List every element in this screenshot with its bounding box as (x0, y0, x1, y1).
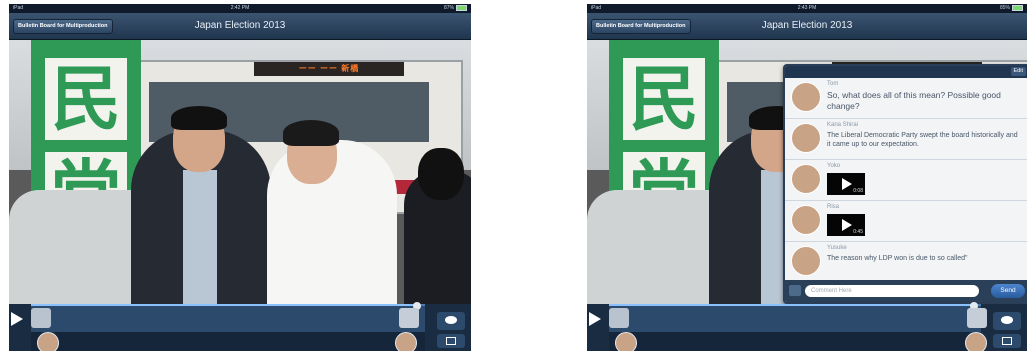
comment-list[interactable]: Tom So, what does all of this mean? Poss… (785, 78, 1027, 280)
head (418, 148, 464, 200)
avatar (791, 246, 821, 276)
list-item[interactable]: Yoko 0:08 (785, 160, 1027, 201)
comment-lane (609, 332, 981, 351)
avatar (791, 205, 821, 235)
avatar[interactable] (395, 332, 417, 351)
banner-character: 民 (45, 58, 127, 140)
avatar[interactable] (615, 332, 637, 351)
clip-thumbnail[interactable] (609, 308, 629, 328)
clock: 2:42 PM (230, 5, 250, 11)
comment-text: The Liberal Democratic Party swept the b… (827, 132, 1018, 148)
list-item[interactable]: Tom So, what does all of this mean? Poss… (785, 78, 1027, 119)
status-bar: iPad 2:43 PM 85% (587, 4, 1027, 13)
play-icon[interactable] (589, 312, 601, 326)
comment-input-bar: Comment Here Send (785, 280, 1027, 302)
comment-lane (31, 332, 425, 351)
list-item[interactable]: Risa 0:45 (785, 201, 1027, 242)
avatar (791, 82, 821, 112)
video-frame[interactable]: ーー ーー 新橋 民 党 (9, 40, 471, 305)
timeline-track[interactable] (609, 302, 981, 334)
camera-icon[interactable] (789, 285, 801, 296)
ipad-screen-comments: iPad 2:43 PM 85% Bulletin Board for Mult… (587, 4, 1027, 351)
battery-indicator: 87% (444, 4, 467, 13)
edit-button[interactable]: Edit (1010, 67, 1026, 76)
navigation-bar: Bulletin Board for Multiproduction Japan… (587, 13, 1027, 40)
clock: 2:43 PM (797, 5, 817, 11)
navigation-bar: Bulletin Board for Multiproduction Japan… (9, 13, 471, 40)
clip-thumbnail[interactable] (967, 308, 987, 328)
timeline-progress (609, 304, 974, 306)
comment-author: Yusuke (827, 245, 847, 251)
comment-text: The reason why LDP won is due to so call… (827, 255, 968, 262)
comment-author: Kana Shirai (827, 122, 859, 128)
comment-author: Risa (827, 204, 840, 210)
avatar (791, 164, 821, 194)
hair (171, 106, 227, 130)
banner-character: 民 (623, 58, 705, 140)
person (267, 120, 397, 305)
hair (283, 120, 339, 146)
video-duration: 0:45 (853, 229, 863, 235)
person (131, 106, 271, 305)
timeline-track[interactable] (31, 302, 425, 334)
list-item[interactable]: Yusuke The reason why LDP won is due to … (785, 242, 1027, 280)
send-button[interactable]: Send (991, 284, 1025, 298)
avatar[interactable] (965, 332, 987, 351)
clip-thumbnail[interactable] (31, 308, 51, 328)
comment-icon[interactable] (993, 312, 1021, 330)
comment-icon[interactable] (437, 312, 465, 330)
status-bar: iPad 2:42 PM 87% (9, 4, 471, 13)
video-play-icon[interactable]: 0:08 (827, 173, 865, 195)
comment-panel: Edit Tom So, what does all of this mean?… (783, 64, 1027, 304)
comment-input[interactable]: Comment Here (805, 285, 979, 297)
ipad-screen-video: iPad 2:42 PM 87% Bulletin Board for Mult… (9, 4, 471, 351)
page-title: Japan Election 2013 (194, 20, 286, 31)
bus-destination-sign: ーー ーー 新橋 (254, 62, 404, 76)
list-item[interactable]: Kana Shirai The Liberal Democratic Party… (785, 119, 1027, 160)
comment-text: So, what does all of this mean? Possible… (827, 90, 1001, 111)
edit-icon[interactable] (993, 334, 1021, 348)
clip-thumbnail[interactable] (399, 308, 419, 328)
video-duration: 0:08 (853, 188, 863, 194)
avatar (791, 123, 821, 153)
comment-author: Yoko (827, 163, 841, 169)
panel-header: Edit (785, 66, 1027, 78)
timeline-progress (31, 304, 418, 306)
player-controls (587, 302, 1027, 351)
comment-author: Tom (827, 81, 839, 87)
page-title: Japan Election 2013 (761, 20, 853, 31)
shirt (183, 170, 217, 305)
person (404, 148, 471, 305)
battery-indicator: 85% (1000, 4, 1023, 13)
player-controls (9, 302, 471, 351)
edit-icon[interactable] (437, 334, 465, 348)
video-play-icon[interactable]: 0:45 (827, 214, 865, 236)
avatar[interactable] (37, 332, 59, 351)
play-icon[interactable] (11, 312, 23, 326)
